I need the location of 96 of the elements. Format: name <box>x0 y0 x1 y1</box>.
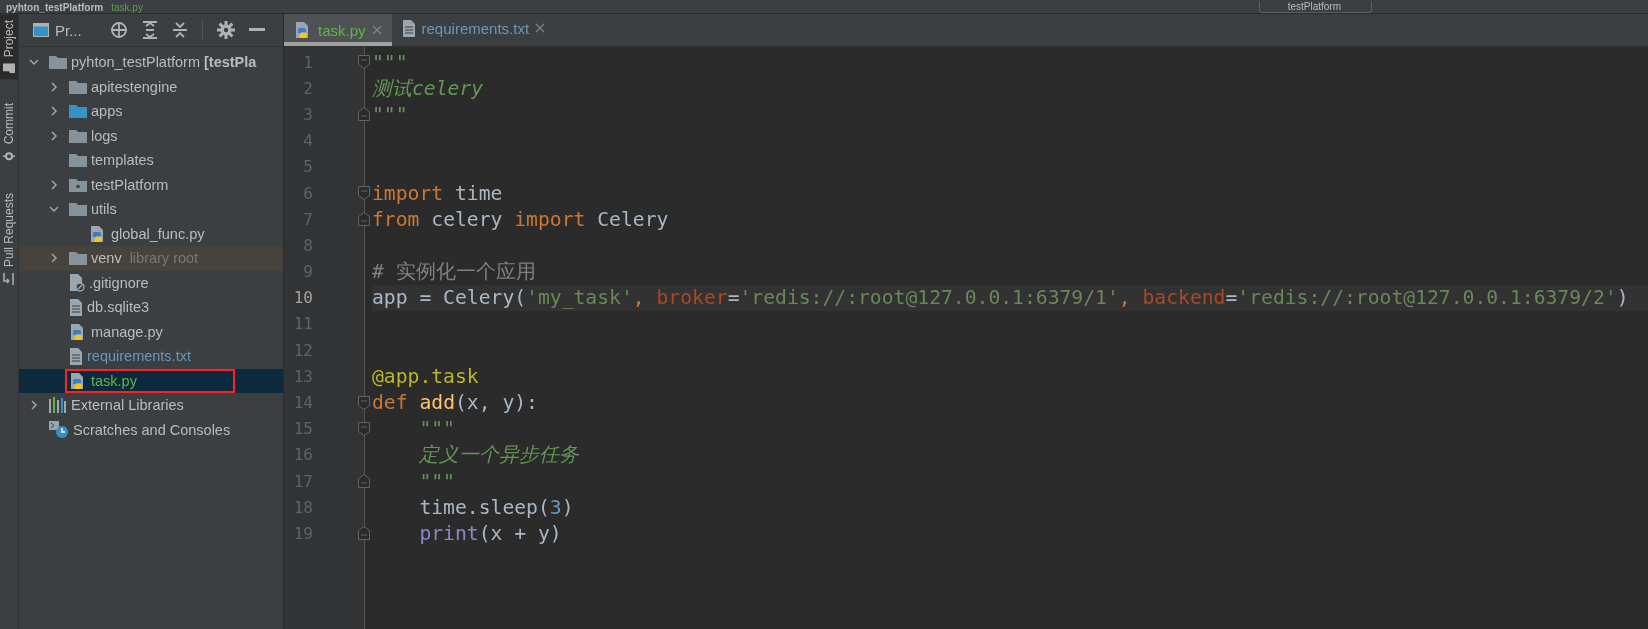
window-icon <box>33 23 49 37</box>
text-file-icon <box>401 19 416 37</box>
code-line: 定义一个异步任务 <box>418 442 581 468</box>
chevron-right-icon <box>49 179 59 190</box>
fold-marker-icon <box>358 526 370 541</box>
tree-item[interactable]: logs <box>19 123 283 148</box>
chevron-right-icon <box>49 130 59 141</box>
tree-item[interactable]: global_func.py <box>19 221 283 246</box>
code-line: """ <box>372 101 409 128</box>
tree-item[interactable]: utils <box>19 197 283 222</box>
ignored-file-icon <box>69 273 85 292</box>
code-line: """ <box>372 49 409 76</box>
code-line: def add(x, y): <box>372 390 539 416</box>
item-label: logs <box>91 127 118 144</box>
folder-icon <box>69 251 87 266</box>
folder-icon <box>69 177 87 192</box>
pull-request-icon <box>3 272 15 285</box>
folder-icon <box>69 202 87 217</box>
tree-item[interactable]: requirements.txt <box>19 344 283 369</box>
item-label: global_func.py <box>111 225 205 242</box>
item-label: pyhton_testPlatform [testPla <box>71 54 257 71</box>
code-line: time.sleep(3) <box>418 494 575 521</box>
code-line: print(x + y) <box>418 520 563 547</box>
fold-marker-icon <box>358 212 370 227</box>
item-label: apitestengine <box>91 78 178 95</box>
folder-icon <box>69 79 87 94</box>
panel-title[interactable]: Pr... <box>55 21 82 39</box>
item-note: library root <box>129 250 199 267</box>
item-label: venv <box>91 250 122 267</box>
folder-icon <box>69 128 87 143</box>
code-line: 测试celery <box>372 75 485 102</box>
chevron-right-icon <box>49 81 59 92</box>
item-label: utils <box>91 201 117 218</box>
scratches-icon <box>49 420 69 439</box>
fold-marker-icon <box>358 107 370 122</box>
tree-item[interactable]: templates <box>19 148 283 173</box>
code-line: """ <box>418 416 456 442</box>
expand-all-icon[interactable] <box>141 21 158 39</box>
code-line: from celery import Celery <box>372 206 670 233</box>
fold-marker-icon <box>358 421 370 436</box>
chevron-right-icon <box>49 253 59 264</box>
close-icon[interactable] <box>535 23 546 33</box>
code-line: """ <box>418 468 456 495</box>
text-file-icon <box>69 347 83 365</box>
code-line: import time <box>372 180 504 207</box>
tree-item[interactable]: testPlatform <box>19 172 283 197</box>
folder-icon <box>49 55 67 70</box>
minimize-icon[interactable] <box>248 28 265 32</box>
chevron-down-icon <box>49 204 59 215</box>
folder-icon <box>69 104 87 119</box>
item-label: requirements.txt <box>87 348 191 365</box>
commit-icon <box>3 150 15 163</box>
tree-item[interactable]: db.sqlite3 <box>19 295 283 320</box>
collapse-all-icon[interactable] <box>171 21 188 39</box>
settings-icon[interactable] <box>216 21 235 39</box>
item-label: manage.py <box>91 323 163 340</box>
chevron-right-icon <box>49 106 59 117</box>
editor-tab[interactable]: task.py <box>284 14 392 46</box>
item-label: Scratches and Consoles <box>73 421 231 438</box>
fold-marker-icon <box>358 186 370 201</box>
run-configuration-select[interactable]: testPlatform <box>1258 1 1372 13</box>
code-line: @app.task <box>372 363 480 390</box>
line-number: 10 <box>292 288 313 308</box>
text-file-icon <box>69 298 83 316</box>
locate-icon[interactable] <box>109 21 128 39</box>
tree-item[interactable]: pyhton_testPlatform [testPla <box>19 50 283 75</box>
chevron-down-icon <box>29 57 39 68</box>
tree-item[interactable]: task.py <box>19 368 283 393</box>
folder-icon <box>3 63 15 74</box>
item-label: templates <box>91 152 154 169</box>
breadcrumb-file[interactable]: task.py <box>111 2 143 13</box>
item-label: testPlatform <box>91 176 169 193</box>
chevron-right-icon <box>29 400 39 411</box>
item-label: External Libraries <box>71 397 184 414</box>
tree-item[interactable]: venv library root <box>19 246 283 271</box>
tree-item[interactable]: External Libraries <box>19 393 283 418</box>
library-icon <box>49 397 67 414</box>
fold-marker-icon <box>358 55 370 70</box>
fold-marker-icon <box>358 474 370 489</box>
side-tab[interactable]: Commit <box>0 97 18 169</box>
breadcrumb-project[interactable]: pyhton_testPlatform <box>6 2 104 13</box>
editor-tab[interactable]: requirements.txt <box>391 14 556 46</box>
tree-item[interactable]: apitestengine <box>19 74 283 99</box>
fold-marker-icon <box>358 395 370 410</box>
item-label: .gitignore <box>89 274 149 291</box>
tree-item[interactable]: apps <box>19 99 283 124</box>
item-label: db.sqlite3 <box>87 299 150 316</box>
tree-item[interactable]: manage.py <box>19 319 283 344</box>
folder-icon <box>69 153 87 168</box>
item-label: apps <box>91 103 123 120</box>
code-line: # 实例化一个应用 <box>372 259 537 285</box>
item-label: task.py <box>91 372 137 389</box>
side-tab[interactable]: Pull Requests <box>0 186 18 291</box>
tree-item[interactable]: .gitignore <box>19 270 283 295</box>
side-tab[interactable]: Project <box>0 14 18 80</box>
tree-item[interactable]: Scratches and Consoles <box>19 417 283 442</box>
